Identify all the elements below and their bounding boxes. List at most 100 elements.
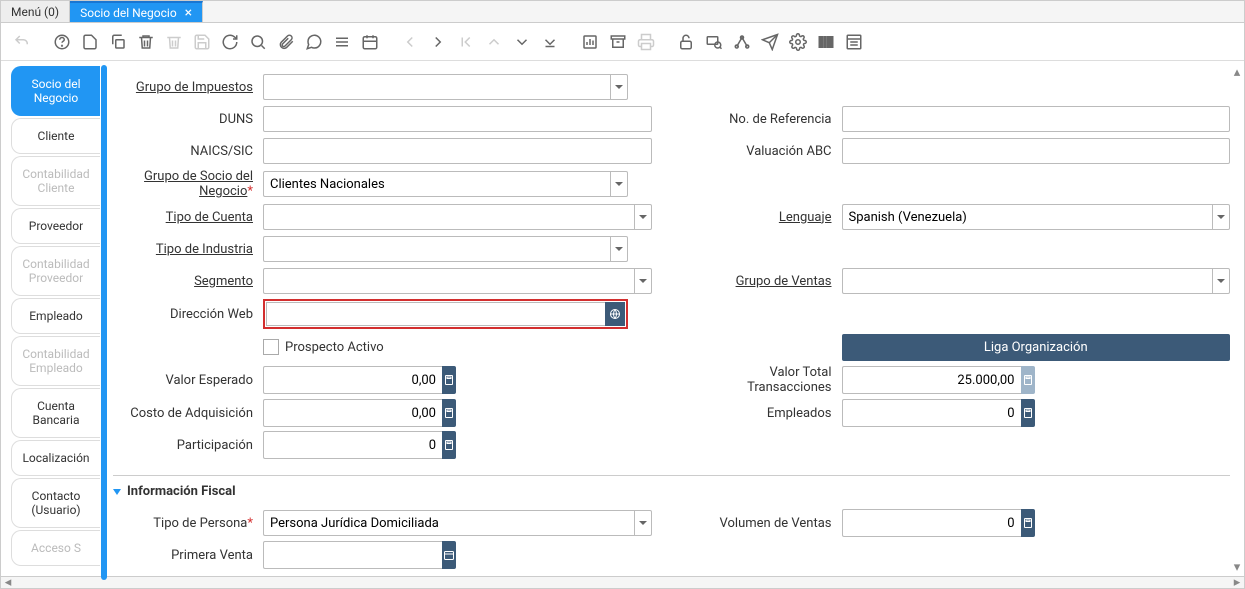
dropdown-icon[interactable] <box>1212 268 1230 294</box>
detail-icon[interactable] <box>841 29 867 55</box>
barcode-icon[interactable] <box>813 29 839 55</box>
tab-label: Menú (0) <box>11 5 59 19</box>
last-icon[interactable] <box>537 29 563 55</box>
next-icon[interactable] <box>425 29 451 55</box>
horizontal-scrollbar[interactable]: ◂ ▸ <box>1 576 1244 588</box>
input-participacion[interactable] <box>263 431 442 459</box>
sidebar-item-cuenta-bancaria[interactable]: Cuenta Bancaria <box>11 388 100 438</box>
scroll-right-icon[interactable]: ▸ <box>1230 577 1244 589</box>
workflow-icon[interactable] <box>729 29 755 55</box>
copy-icon[interactable] <box>105 29 131 55</box>
dropdown-icon[interactable] <box>610 236 628 262</box>
report-icon[interactable] <box>577 29 603 55</box>
input-naics[interactable] <box>263 138 652 164</box>
prev-icon <box>397 29 423 55</box>
input-primera-venta[interactable] <box>263 541 442 569</box>
help-icon[interactable] <box>49 29 75 55</box>
vertical-scrollbar[interactable]: ▴ ▾ <box>1230 65 1244 574</box>
form-scroll[interactable]: Grupo de Impuestos DUNS No. de Referenci… <box>107 61 1244 576</box>
section-informacion-fiscal[interactable]: Información Fiscal <box>113 475 1230 507</box>
dropdown-icon[interactable] <box>634 268 652 294</box>
input-empleados[interactable] <box>842 399 1021 427</box>
sidebar-label: Socio del Negocio <box>31 77 80 105</box>
sidebar-item-socio-negocio[interactable]: Socio del Negocio <box>11 66 100 116</box>
sidebar-item-contab-proveedor[interactable]: Contabilidad Proveedor <box>11 246 100 296</box>
input-no-referencia[interactable] <box>842 106 1231 132</box>
zoom-icon[interactable] <box>701 29 727 55</box>
sidebar-label: Cliente <box>38 129 75 143</box>
dropdown-icon[interactable] <box>610 171 628 197</box>
input-volumen-ventas[interactable] <box>842 509 1021 537</box>
down-icon[interactable] <box>509 29 535 55</box>
sidebar-item-localizacion[interactable]: Localización <box>11 440 100 476</box>
input-grupo-impuestos[interactable] <box>263 74 610 100</box>
scroll-left-icon[interactable]: ◂ <box>1 577 15 589</box>
dropdown-icon[interactable] <box>610 74 628 100</box>
combo-tipo-cuenta[interactable] <box>263 204 652 230</box>
input-duns[interactable] <box>263 106 652 132</box>
sidebar-item-empleado[interactable]: Empleado <box>11 298 100 334</box>
tab-menu[interactable]: Menú (0) <box>1 1 70 22</box>
input-grupo-ventas[interactable] <box>842 268 1213 294</box>
print-icon <box>633 29 659 55</box>
archive-icon[interactable] <box>605 29 631 55</box>
dropdown-icon[interactable] <box>634 204 652 230</box>
input-tipo-cuenta[interactable] <box>263 204 634 230</box>
dropdown-icon[interactable] <box>634 510 652 536</box>
label-empleados: Empleados <box>692 406 842 421</box>
input-valuacion-abc[interactable] <box>842 138 1231 164</box>
sidebar-item-contab-cliente[interactable]: Contabilidad Cliente <box>11 156 100 206</box>
sidebar-item-contacto[interactable]: Contacto (Usuario) <box>11 478 100 528</box>
tab-socio-negocio[interactable]: Socio del Negocio × <box>70 1 203 22</box>
sidebar-item-contab-empleado[interactable]: Contabilidad Empleado <box>11 336 100 386</box>
combo-grupo-impuestos[interactable] <box>263 74 628 100</box>
calendar-icon[interactable] <box>357 29 383 55</box>
combo-tipo-persona[interactable] <box>263 510 652 536</box>
combo-grupo-socio[interactable] <box>263 171 628 197</box>
combo-lenguaje[interactable] <box>842 204 1231 230</box>
sidebar-label: Contabilidad Proveedor <box>22 257 89 285</box>
input-valor-esperado[interactable] <box>263 366 442 394</box>
liga-organizacion-button[interactable]: Liga Organización <box>842 334 1231 361</box>
input-tipo-industria[interactable] <box>263 236 610 262</box>
new-icon[interactable] <box>77 29 103 55</box>
grid-icon[interactable] <box>329 29 355 55</box>
sidebar-item-proveedor[interactable]: Proveedor <box>11 208 100 244</box>
label-valor-esperado: Valor Esperado <box>113 373 263 388</box>
input-lenguaje[interactable] <box>842 204 1213 230</box>
combo-tipo-industria[interactable] <box>263 236 628 262</box>
sidebar-item-acceso[interactable]: Acceso S <box>11 530 100 566</box>
delete-multi-icon <box>161 29 187 55</box>
chat-icon[interactable] <box>301 29 327 55</box>
input-segmento[interactable] <box>263 268 634 294</box>
calculator-icon[interactable] <box>442 366 456 394</box>
input-tipo-persona[interactable] <box>263 510 634 536</box>
send-icon[interactable] <box>757 29 783 55</box>
calculator-icon[interactable] <box>442 399 456 427</box>
refresh-icon[interactable] <box>217 29 243 55</box>
calendar-icon[interactable] <box>442 541 456 569</box>
checkbox-box[interactable] <box>263 339 279 355</box>
lock-icon[interactable] <box>673 29 699 55</box>
combo-segmento[interactable] <box>263 268 652 294</box>
globe-icon[interactable] <box>605 302 625 326</box>
sidebar-item-cliente[interactable]: Cliente <box>11 118 100 154</box>
calculator-icon[interactable] <box>1021 509 1035 537</box>
close-icon[interactable]: × <box>185 6 192 20</box>
input-direccion-web[interactable] <box>266 302 605 326</box>
input-costo-adq[interactable] <box>263 399 442 427</box>
search-icon[interactable] <box>245 29 271 55</box>
checkbox-prospecto[interactable]: Prospecto Activo <box>263 339 384 355</box>
url-field-direccion-web <box>263 299 628 329</box>
gear-icon[interactable] <box>785 29 811 55</box>
scroll-up-icon[interactable]: ▴ <box>1230 65 1244 79</box>
attach-icon[interactable] <box>273 29 299 55</box>
input-grupo-socio[interactable] <box>263 171 610 197</box>
up-icon <box>481 29 507 55</box>
delete-icon[interactable] <box>133 29 159 55</box>
scroll-down-icon[interactable]: ▾ <box>1230 560 1244 574</box>
combo-grupo-ventas[interactable] <box>842 268 1231 294</box>
calculator-icon[interactable] <box>1021 399 1035 427</box>
dropdown-icon[interactable] <box>1212 204 1230 230</box>
calculator-icon[interactable] <box>442 431 456 459</box>
